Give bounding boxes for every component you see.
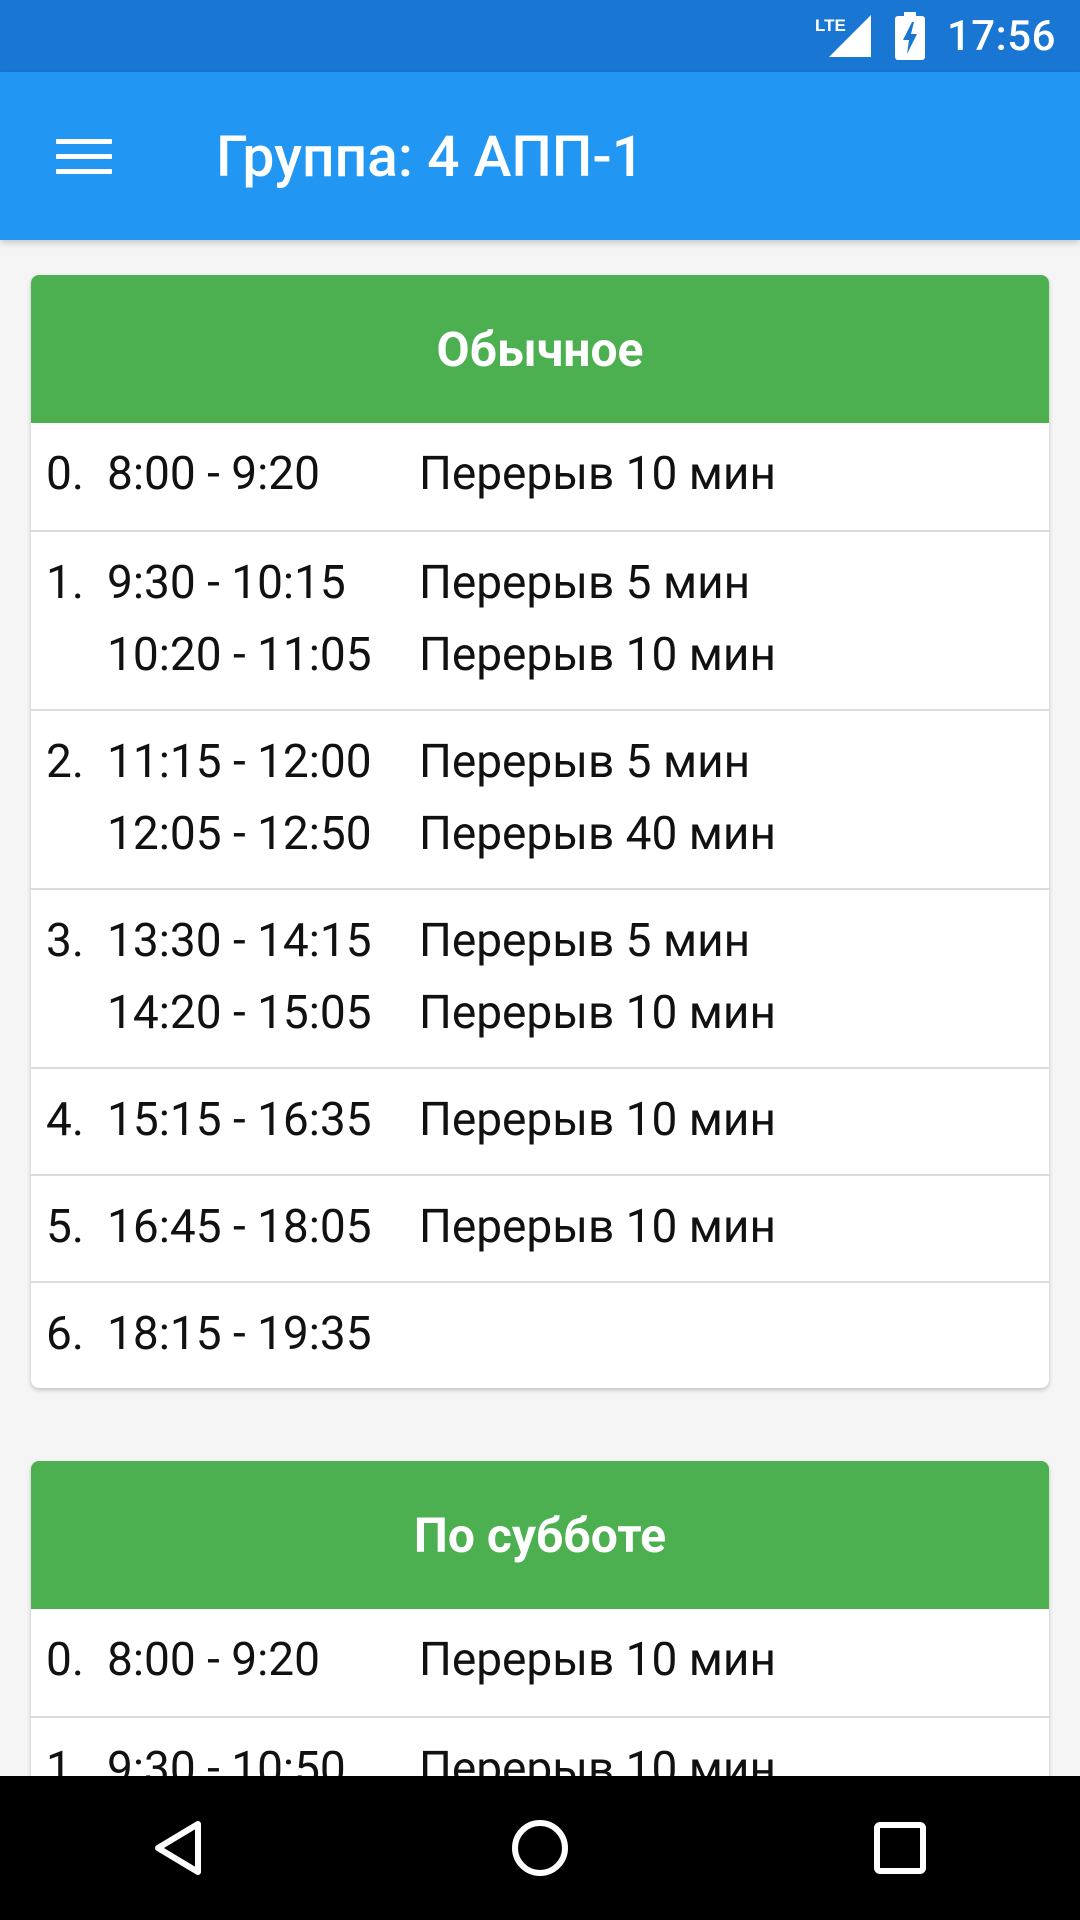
lesson-number: 0. bbox=[46, 1633, 84, 1687]
lesson-number: 3. bbox=[46, 914, 84, 968]
lesson-time: 18:15 - 19:35 bbox=[107, 1307, 372, 1361]
lesson-time: 13:30 - 14:15 bbox=[107, 914, 372, 968]
break-duration: Перерыв 5 мин bbox=[419, 914, 751, 968]
schedule-card-regular: Обычное 0. 8:00 - 9:20 Перерыв 10 мин 1. … bbox=[31, 275, 1049, 1388]
schedule-row: 3. 13:30 - 14:15 Перерыв 5 мин 14:20 - 15… bbox=[31, 888, 1049, 1067]
schedule-row: 0. 8:00 - 9:20 Перерыв 10 мин bbox=[31, 1609, 1049, 1716]
back-button[interactable] bbox=[108, 1776, 252, 1920]
status-bar: LTE 17:56 bbox=[0, 0, 1080, 72]
schedule-card-saturday: По субботе 0. 8:00 - 9:20 Перерыв 10 мин … bbox=[31, 1461, 1049, 1776]
lesson-number: 2. bbox=[46, 735, 84, 789]
schedule-list[interactable]: Обычное 0. 8:00 - 9:20 Перерыв 10 мин 1. … bbox=[0, 240, 1080, 1776]
menu-button[interactable] bbox=[0, 72, 168, 240]
network-type-label: LTE bbox=[815, 16, 846, 35]
lesson-time: 8:00 - 9:20 bbox=[107, 1633, 320, 1687]
app-bar: Группа: 4 АПП-1 bbox=[0, 72, 1080, 240]
lesson-number: 6. bbox=[46, 1307, 84, 1361]
break-duration: Перерыв 40 мин bbox=[419, 807, 776, 861]
battery-charging-icon bbox=[894, 12, 925, 60]
lesson-time: 10:20 - 11:05 bbox=[107, 628, 372, 682]
schedule-row: 2. 11:15 - 12:00 Перерыв 5 мин 12:05 - 12… bbox=[31, 709, 1049, 888]
break-duration: Перерыв 10 мин bbox=[419, 1633, 776, 1687]
break-duration: Перерыв 10 мин bbox=[419, 1200, 776, 1254]
lesson-time: 11:15 - 12:00 bbox=[107, 735, 372, 789]
schedule-row: 5. 16:45 - 18:05 Перерыв 10 мин bbox=[31, 1174, 1049, 1281]
recents-button[interactable] bbox=[828, 1776, 972, 1920]
lesson-time: 15:15 - 16:35 bbox=[107, 1093, 372, 1147]
break-duration: Перерыв 5 мин bbox=[419, 735, 751, 789]
schedule-row: 6. 18:15 - 19:35 bbox=[31, 1281, 1049, 1388]
schedule-row: 1. 9:30 - 10:50 Перерыв 10 мин bbox=[31, 1716, 1049, 1776]
break-duration: Перерыв 10 мин bbox=[419, 986, 776, 1040]
schedule-row: 1. 9:30 - 10:15 Перерыв 5 мин 10:20 - 11:… bbox=[31, 530, 1049, 709]
lesson-time: 8:00 - 9:20 bbox=[107, 447, 320, 501]
card-header: По субботе bbox=[31, 1461, 1049, 1609]
lesson-number: 0. bbox=[46, 447, 84, 501]
break-duration: Перерыв 10 мин bbox=[419, 447, 776, 501]
home-circle-icon bbox=[512, 1820, 568, 1876]
lesson-number: 4. bbox=[46, 1093, 84, 1147]
schedule-row: 4. 15:15 - 16:35 Перерыв 10 мин bbox=[31, 1067, 1049, 1174]
lesson-time: 9:30 - 10:15 bbox=[107, 556, 346, 610]
status-time: 17:56 bbox=[946, 11, 1056, 61]
recents-square-icon bbox=[874, 1822, 926, 1874]
page-title: Группа: 4 АПП-1 bbox=[216, 122, 645, 190]
home-button[interactable] bbox=[468, 1776, 612, 1920]
lesson-time: 12:05 - 12:50 bbox=[107, 807, 372, 861]
hamburger-menu-icon bbox=[56, 129, 112, 184]
lesson-time: 14:20 - 15:05 bbox=[107, 986, 372, 1040]
break-duration: Перерыв 10 мин bbox=[419, 1093, 776, 1147]
schedule-row: 0. 8:00 - 9:20 Перерыв 10 мин bbox=[31, 423, 1049, 530]
card-header: Обычное bbox=[31, 275, 1049, 423]
back-triangle-icon bbox=[155, 1821, 201, 1875]
lesson-number: 1. bbox=[46, 1742, 84, 1776]
lesson-number: 1. bbox=[46, 556, 84, 610]
lesson-time: 9:30 - 10:50 bbox=[107, 1742, 346, 1776]
break-duration: Перерыв 10 мин bbox=[419, 1742, 776, 1776]
lte-signal-icon: LTE bbox=[815, 13, 873, 59]
break-duration: Перерыв 5 мин bbox=[419, 556, 751, 610]
lesson-number: 5. bbox=[46, 1200, 84, 1254]
break-duration: Перерыв 10 мин bbox=[419, 628, 776, 682]
lesson-time: 16:45 - 18:05 bbox=[107, 1200, 372, 1254]
navigation-bar bbox=[0, 1776, 1080, 1920]
